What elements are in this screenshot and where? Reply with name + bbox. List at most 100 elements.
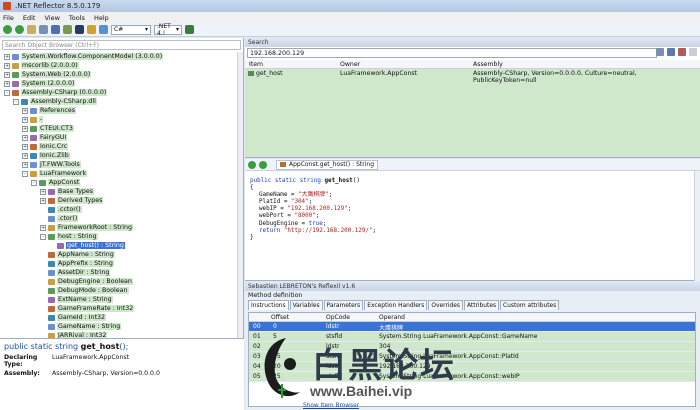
tree-item[interactable]: + System.Workflow.ComponentModel (3.0.0.0… bbox=[4, 52, 164, 61]
tab-parameters[interactable]: Parameters bbox=[323, 300, 364, 310]
assembly-link[interactable]: Assembly-CSharp, Version=0.0.0.0 bbox=[52, 370, 160, 377]
tree-scrollbar[interactable] bbox=[237, 52, 243, 338]
table-row[interactable]: 02 10 ldstr 304 bbox=[249, 342, 695, 352]
column-opcode[interactable]: OpCode bbox=[326, 314, 350, 321]
tree-item[interactable]: JARRival : Int32 bbox=[40, 331, 108, 338]
tab-instructions[interactable]: Instructions bbox=[248, 300, 289, 310]
framework-select[interactable]: .NET 4.! ▾ bbox=[154, 23, 182, 37]
column-assembly[interactable]: Assembly bbox=[473, 61, 503, 68]
menu-edit[interactable]: Edit bbox=[23, 14, 36, 22]
expand-icon[interactable]: + bbox=[4, 71, 10, 78]
tree-item[interactable]: .cctor() bbox=[40, 205, 82, 214]
assembly-list-icon[interactable] bbox=[39, 25, 48, 34]
column-item[interactable]: Item bbox=[249, 61, 263, 68]
expand-icon[interactable]: + bbox=[22, 161, 28, 168]
tree-item[interactable]: GameName : String bbox=[40, 322, 122, 331]
tree-item[interactable]: - LuaFramework bbox=[22, 169, 88, 178]
table-row[interactable]: 04 20 ldstr 192.168.200.129 bbox=[249, 362, 695, 372]
tab-variables[interactable]: Variables bbox=[289, 300, 323, 310]
tree-item[interactable]: - Assembly-CSharp.dll bbox=[13, 97, 97, 106]
tree-item[interactable]: ExtName : String bbox=[40, 295, 113, 304]
tree-item[interactable]: + References bbox=[22, 106, 76, 115]
tree-item[interactable]: DebugEngine : Boolean bbox=[40, 277, 133, 286]
tree-item[interactable]: GameFrameRate : Int32 bbox=[40, 304, 135, 313]
search-member-icon[interactable] bbox=[667, 48, 675, 56]
tree-item[interactable]: - Assembly-CSharp (0.0.0.0) bbox=[4, 88, 108, 97]
collapse-icon[interactable]: - bbox=[40, 233, 46, 240]
tree-item[interactable]: + FrameworkRoot : String bbox=[40, 223, 134, 232]
star-icon[interactable] bbox=[87, 25, 96, 34]
tree-item[interactable]: - AppConst bbox=[31, 178, 81, 187]
tree-item[interactable]: + Ionic.Zlib bbox=[22, 151, 70, 160]
tree-item[interactable]: - host : String bbox=[40, 232, 98, 241]
tab-exception-handlers[interactable]: Exception Handlers bbox=[364, 300, 428, 310]
show-item-browser-link[interactable]: Show Item Browser bbox=[303, 403, 359, 409]
expand-icon[interactable]: + bbox=[22, 125, 28, 132]
expand-icon[interactable]: + bbox=[4, 62, 10, 69]
tab-attributes[interactable]: Attributes bbox=[463, 300, 500, 310]
tree-item[interactable]: AssetDir : String bbox=[40, 268, 111, 277]
tab-overrides[interactable]: Overrides bbox=[428, 300, 463, 310]
expand-icon[interactable]: + bbox=[22, 143, 28, 150]
expand-icon[interactable]: + bbox=[40, 224, 46, 231]
tab-custom-attributes[interactable]: Custom attributes bbox=[500, 300, 560, 310]
column-owner[interactable]: Owner bbox=[340, 61, 360, 68]
expand-icon[interactable]: + bbox=[4, 53, 10, 60]
expand-icon[interactable]: + bbox=[22, 134, 28, 141]
search-type-icon[interactable] bbox=[656, 48, 664, 56]
refresh-icon[interactable] bbox=[63, 25, 72, 34]
expand-icon[interactable]: + bbox=[22, 116, 28, 123]
table-row[interactable]: 03 15 stsfld System.String LuaFramework.App… bbox=[249, 352, 695, 362]
tree-item[interactable]: + System.Web (2.0.0.0) bbox=[4, 70, 92, 79]
info-icon[interactable] bbox=[99, 25, 108, 34]
tree-item[interactable]: + FairyGUI bbox=[22, 133, 68, 142]
code-scrollbar[interactable] bbox=[694, 171, 700, 281]
expand-icon[interactable]: + bbox=[22, 152, 28, 159]
tree-item[interactable]: + CTEUI.CT3 bbox=[22, 124, 74, 133]
tree-item[interactable]: get_host() : String bbox=[49, 241, 125, 250]
forward-icon[interactable] bbox=[15, 25, 24, 34]
tree-item[interactable]: + Ionic.Crc bbox=[22, 142, 69, 151]
tree-item[interactable]: + JT.FWW.Tools bbox=[22, 160, 81, 169]
declaring-type-link[interactable]: LuaFramework.AppConst bbox=[52, 354, 129, 368]
menu-file[interactable]: File bbox=[3, 14, 14, 22]
tree-item[interactable]: AppName : String bbox=[40, 250, 115, 259]
tree-item[interactable]: AppPrefix : String bbox=[40, 259, 114, 268]
menu-view[interactable]: View bbox=[44, 14, 59, 22]
back-icon[interactable] bbox=[3, 25, 12, 34]
language-select[interactable]: C# ▾ bbox=[111, 24, 151, 35]
tree-item[interactable]: + - bbox=[22, 115, 44, 124]
save-icon[interactable] bbox=[51, 25, 60, 34]
expand-icon[interactable]: + bbox=[22, 107, 28, 114]
table-row[interactable]: 01 5 stsfld System.String LuaFramework.AppC… bbox=[249, 332, 695, 342]
table-row[interactable]: get_host LuaFramework.AppConst Assembly-… bbox=[245, 69, 700, 84]
tab-get-host[interactable]: AppConst.get_host() : String bbox=[276, 159, 378, 170]
table-row[interactable]: 05 25 stsfld System.String LuaFramework.App… bbox=[249, 372, 695, 382]
open-folder-icon[interactable] bbox=[27, 25, 36, 34]
help-icon[interactable] bbox=[185, 25, 194, 34]
table-row[interactable]: 00 0 ldstr 大鹰棋牌 bbox=[249, 322, 695, 332]
tree-item[interactable]: + Base Types bbox=[40, 187, 95, 196]
tree-item[interactable]: + System (2.0.0.0) bbox=[4, 79, 76, 88]
forward-icon[interactable] bbox=[259, 160, 267, 169]
search-input[interactable]: 192.168.200.129 bbox=[247, 48, 657, 58]
menu-tools[interactable]: Tools bbox=[69, 14, 85, 22]
expand-icon[interactable]: + bbox=[40, 197, 46, 204]
expand-icon[interactable]: + bbox=[4, 80, 10, 87]
tree-item[interactable]: + Derived Types bbox=[40, 196, 104, 205]
expand-icon[interactable]: + bbox=[40, 188, 46, 195]
search-exact-icon[interactable] bbox=[689, 48, 697, 56]
tree-item[interactable]: + mscorlib (2.0.0.0) bbox=[4, 61, 79, 70]
back-icon[interactable] bbox=[248, 160, 256, 169]
console-icon[interactable] bbox=[75, 25, 84, 34]
collapse-icon[interactable]: - bbox=[13, 98, 19, 105]
tree-item[interactable]: GameId : Int32 bbox=[40, 313, 107, 322]
tree-item[interactable]: DebugMode : Boolean bbox=[40, 286, 129, 295]
collapse-icon[interactable]: - bbox=[22, 170, 28, 177]
object-browser-search[interactable]: Search Object Browser (Ctrl+F) bbox=[2, 40, 241, 50]
tree-item[interactable]: .ctor() bbox=[40, 214, 79, 223]
search-string-icon[interactable] bbox=[678, 48, 686, 56]
menu-help[interactable]: Help bbox=[94, 14, 109, 22]
column-offset[interactable]: Offset bbox=[271, 314, 289, 321]
collapse-icon[interactable]: - bbox=[4, 89, 10, 96]
